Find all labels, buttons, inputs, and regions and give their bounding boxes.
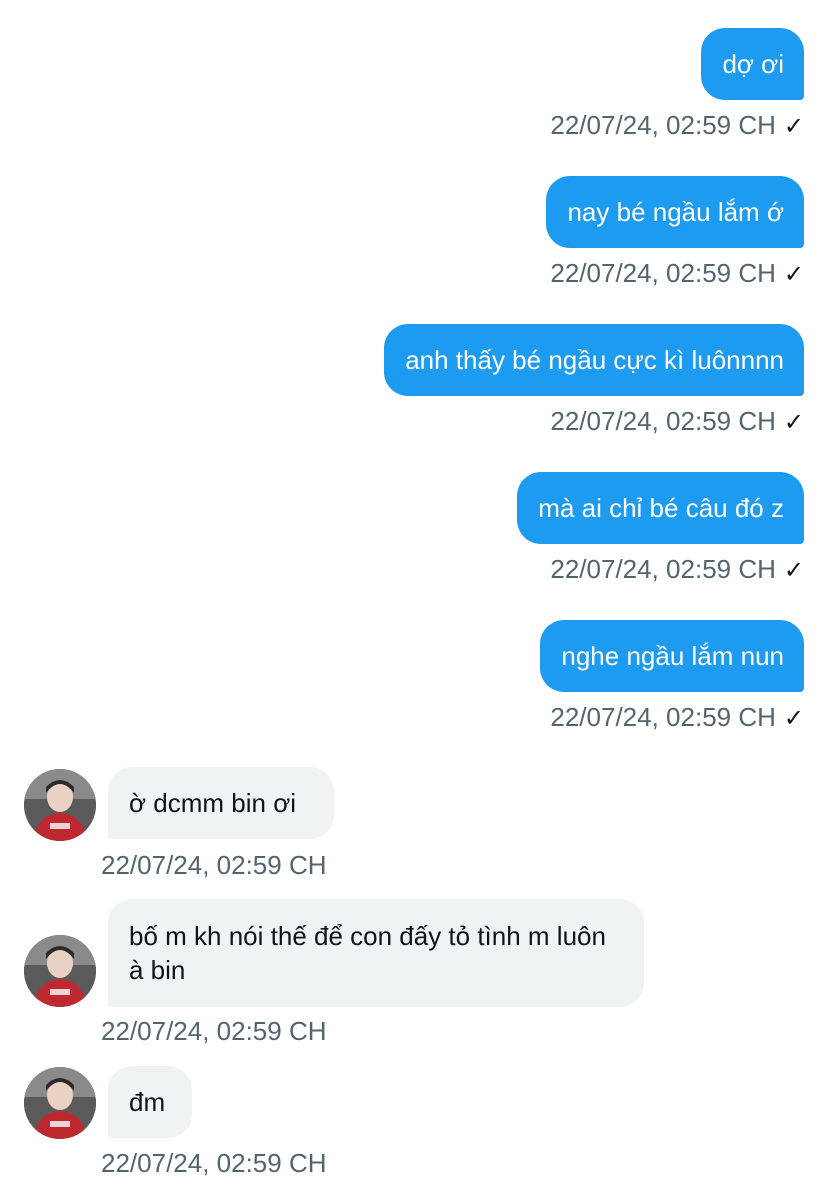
message-timestamp: 22/07/24, 02:59 CH ✓ [550,258,804,290]
incoming-message-bubble[interactable]: bố m kh nói thế để con đấy tỏ tình m luô… [108,899,644,1007]
message-text: mà ai chỉ bé câu đó z [538,493,784,523]
avatar-image [24,1067,96,1139]
message-timestamp: 22/07/24, 02:59 CH ✓ [550,406,804,438]
message-text: nay bé ngầu lắm ớ [567,197,784,227]
sent-check-icon: ✓ [783,557,804,584]
message-text: đm [129,1087,166,1117]
timestamp-text: 22/07/24, 02:59 CH [550,554,776,584]
outgoing-message-bubble[interactable]: nghe ngầu lắm nun [540,620,804,692]
sent-check-icon: ✓ [783,261,804,288]
outgoing-message-bubble[interactable]: dợ ơi [701,28,804,100]
timestamp-text: 22/07/24, 02:59 CH [101,1016,327,1046]
sent-check-icon: ✓ [783,113,804,140]
message-timestamp: 22/07/24, 02:59 CH ✓ [550,702,804,734]
timestamp-text: 22/07/24, 02:59 CH [550,258,776,288]
avatar-image [24,769,96,841]
message-text: nghe ngầu lắm nun [561,641,784,671]
message-text: ờ dcmm bin ơi [129,788,297,818]
outgoing-message-bubble[interactable]: nay bé ngầu lắm ớ [546,176,804,248]
sent-check-icon: ✓ [783,705,804,732]
sent-check-icon: ✓ [783,409,804,436]
user-avatar[interactable] [24,935,96,1007]
timestamp-text: 22/07/24, 02:59 CH [550,702,776,732]
outgoing-message-bubble[interactable]: mà ai chỉ bé câu đó z [517,472,804,544]
outgoing-message-bubble[interactable]: anh thấy bé ngầu cực kì luônnnn [384,324,804,396]
timestamp-text: 22/07/24, 02:59 CH [101,1148,327,1178]
incoming-message-bubble[interactable]: đm [108,1066,192,1138]
message-timestamp: 22/07/24, 02:59 CH [101,850,327,880]
incoming-message-bubble[interactable]: ờ dcmm bin ơi [108,767,334,839]
timestamp-text: 22/07/24, 02:59 CH [101,850,327,880]
message-timestamp: 22/07/24, 02:59 CH ✓ [550,554,804,586]
message-text: bố m kh nói thế để con đấy tỏ tình m luô… [129,921,606,985]
message-timestamp: 22/07/24, 02:59 CH [101,1016,327,1046]
avatar-image [24,935,96,1007]
timestamp-text: 22/07/24, 02:59 CH [550,406,776,436]
message-timestamp: 22/07/24, 02:59 CH ✓ [550,110,804,142]
chat-thread: dợ ơi 22/07/24, 02:59 CH ✓ nay bé ngầu lắ… [0,0,828,1189]
user-avatar[interactable] [24,1067,96,1139]
message-text: anh thấy bé ngầu cực kì luônnnn [405,345,784,375]
message-timestamp: 22/07/24, 02:59 CH [101,1148,327,1178]
user-avatar[interactable] [24,769,96,841]
timestamp-text: 22/07/24, 02:59 CH [550,110,776,140]
message-text: dợ ơi [722,49,784,79]
